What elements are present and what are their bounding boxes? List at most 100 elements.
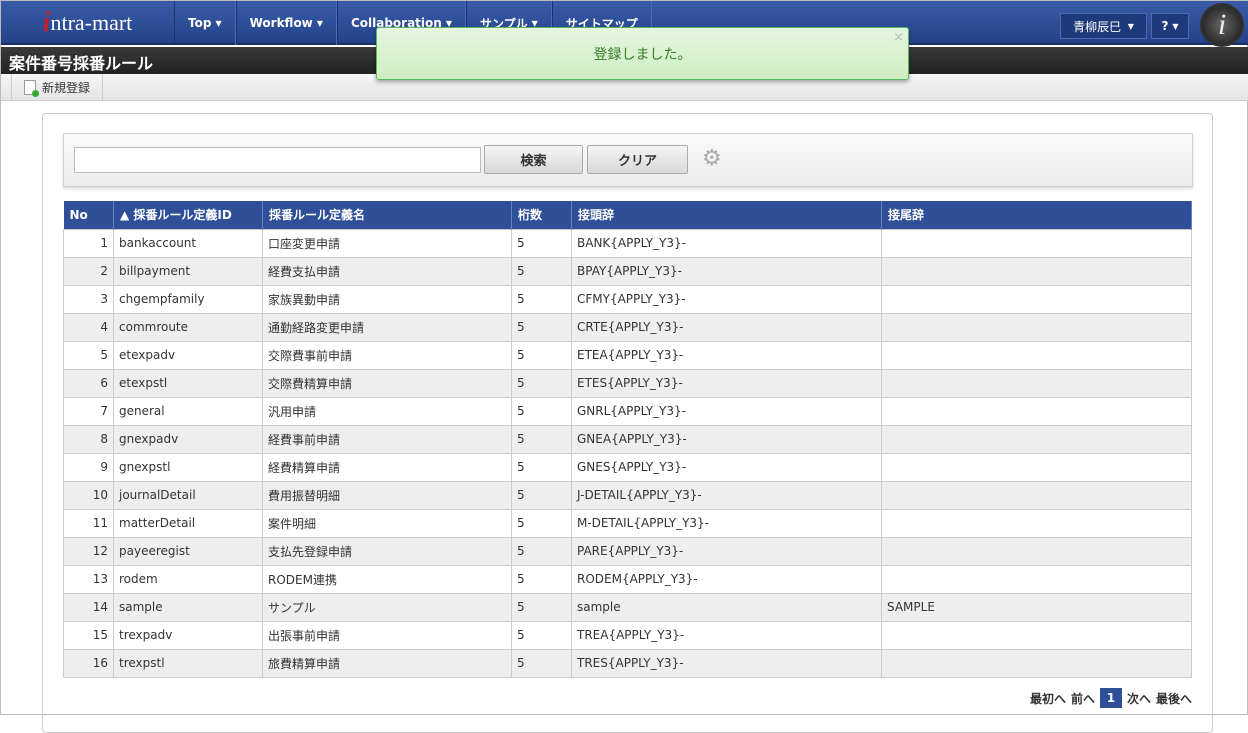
prev-page-link[interactable]: 前へ — [1071, 690, 1095, 707]
table-cell — [881, 368, 1192, 398]
table-cell: J-DETAIL{APPLY_Y3}- — [571, 480, 882, 510]
table-cell — [881, 340, 1192, 370]
table-cell: 出張事前申請 — [262, 620, 512, 650]
first-page-link[interactable]: 最初へ — [1030, 690, 1066, 707]
table-row[interactable]: 3 chgempfamily 家族異動申請 5 CFMY{APPLY_Y3}- — [63, 284, 1192, 314]
table-cell: RODEM{APPLY_Y3}- — [571, 564, 882, 594]
table-cell: 5 — [511, 340, 572, 370]
table-row[interactable]: 11 matterDetail 案件明細 5 M-DETAIL{APPLY_Y3}- — [63, 508, 1192, 538]
table-row[interactable]: 4 commroute 通勤経路変更申請 5 CRTE{APPLY_Y3}- — [63, 312, 1192, 342]
table-row[interactable]: 16 trexpstl 旅費精算申請 5 TRES{APPLY_Y3}- — [63, 648, 1192, 678]
table-cell: etexpstl — [113, 368, 263, 398]
table-row[interactable]: 9 gnexpstl 経費精算申請 5 GNES{APPLY_Y3}- — [63, 452, 1192, 482]
table-row[interactable]: 8 gnexpadv 経費事前申請 5 GNEA{APPLY_Y3}- — [63, 424, 1192, 454]
table-cell: 2 — [63, 256, 114, 286]
table-cell: 汎用申請 — [262, 396, 512, 426]
table-cell: 16 — [63, 648, 114, 678]
table-cell: GNES{APPLY_Y3}- — [571, 452, 882, 482]
table-cell: 6 — [63, 368, 114, 398]
table-cell: billpayment — [113, 256, 263, 286]
notification-text: 登録しました。 — [593, 46, 692, 63]
table-row[interactable]: 6 etexpstl 交際費精算申請 5 ETES{APPLY_Y3}- — [63, 368, 1192, 398]
table-cell — [881, 620, 1192, 650]
table-cell: 12 — [63, 536, 114, 566]
table-row[interactable]: 2 billpayment 経費支払申請 5 BPAY{APPLY_Y3}- — [63, 256, 1192, 286]
close-icon[interactable]: × — [893, 30, 904, 45]
pagination: 最初へ 前へ 1 次へ 最後へ — [1030, 688, 1192, 708]
last-page-link[interactable]: 最後へ — [1156, 690, 1192, 707]
column-header[interactable]: 採番ルール定義名 — [262, 201, 512, 229]
column-header[interactable]: No — [63, 201, 114, 229]
table-cell: 1 — [63, 228, 114, 258]
new-document-icon — [24, 80, 39, 97]
table-cell: GNEA{APPLY_Y3}- — [571, 424, 882, 454]
table-cell: 3 — [63, 284, 114, 314]
table-cell — [881, 424, 1192, 454]
user-menu-button[interactable]: 青柳辰巳 ▼ — [1060, 13, 1147, 39]
table-cell: M-DETAIL{APPLY_Y3}- — [571, 508, 882, 538]
rules-table: No ▲ 採番ルール定義ID 採番ルール定義名 桁数 接頭辞 接尾辞 1 bankaccou… — [63, 201, 1192, 678]
table-cell: RODEM連携 — [262, 564, 512, 594]
table-cell: 5 — [511, 368, 572, 398]
column-header[interactable]: 桁数 — [511, 201, 572, 229]
table-row[interactable]: 13 rodem RODEM連携 5 RODEM{APPLY_Y3}- — [63, 564, 1192, 594]
table-cell: 5 — [511, 480, 572, 510]
table-cell — [881, 228, 1192, 258]
table-cell: commroute — [113, 312, 263, 342]
table-cell: 経費事前申請 — [262, 424, 512, 454]
table-cell: 14 — [63, 592, 114, 622]
table-row[interactable]: 12 payeeregist 支払先登録申請 5 PARE{APPLY_Y3}- — [63, 536, 1192, 566]
table-cell: rodem — [113, 564, 263, 594]
table-cell: 5 — [63, 340, 114, 370]
table-cell: 経費精算申請 — [262, 452, 512, 482]
column-header[interactable]: ▲ 採番ルール定義ID — [113, 201, 263, 229]
table-row[interactable]: 15 trexpadv 出張事前申請 5 TREA{APPLY_Y3}- — [63, 620, 1192, 650]
table-row[interactable]: 5 etexpadv 交際費事前申請 5 ETEA{APPLY_Y3}- — [63, 340, 1192, 370]
table-cell: trexpstl — [113, 648, 263, 678]
table-cell — [881, 564, 1192, 594]
table-cell: 5 — [511, 396, 572, 426]
table-cell: 5 — [511, 592, 572, 622]
intra-mart-i-icon[interactable]: i — [1200, 3, 1244, 47]
table-cell: BPAY{APPLY_Y3}- — [571, 256, 882, 286]
column-header[interactable]: 接尾辞 — [881, 201, 1192, 229]
clear-button[interactable]: クリア — [587, 145, 688, 174]
nav-menu-item[interactable]: Top ▼ — [174, 1, 236, 45]
table-row[interactable]: 10 journalDetail 費用振替明細 5 J-DETAIL{APPLY_Y3}… — [63, 480, 1192, 510]
table-cell: 7 — [63, 396, 114, 426]
table-cell: sample — [571, 592, 882, 622]
new-register-label: 新規登録 — [42, 81, 91, 95]
table-cell: 交際費事前申請 — [262, 340, 512, 370]
table-cell: PARE{APPLY_Y3}- — [571, 536, 882, 566]
table-cell: 経費支払申請 — [262, 256, 512, 286]
intra-mart-logo[interactable]: i ntra-mart — [1, 1, 174, 45]
table-cell: CRTE{APPLY_Y3}- — [571, 312, 882, 342]
table-cell: 費用振替明細 — [262, 480, 512, 510]
table-cell: 5 — [511, 424, 572, 454]
table-cell: BANK{APPLY_Y3}- — [571, 228, 882, 258]
search-input[interactable] — [74, 147, 481, 173]
new-register-button[interactable]: 新規登録 — [11, 74, 104, 101]
table-cell — [881, 508, 1192, 538]
table-cell: GNRL{APPLY_Y3}- — [571, 396, 882, 426]
table-cell: 案件明細 — [262, 508, 512, 538]
help-label: ? — [1161, 19, 1169, 33]
table-cell: payeeregist — [113, 536, 263, 566]
caret-down-icon: ▼ — [316, 18, 323, 28]
gear-icon[interactable]: ⚙ — [702, 146, 722, 171]
search-button[interactable]: 検索 — [484, 145, 583, 174]
nav-menu-item[interactable]: Workflow ▼ — [235, 1, 337, 45]
user-name: 青柳辰巳 — [1073, 19, 1122, 34]
table-row[interactable]: 7 general 汎用申請 5 GNRL{APPLY_Y3}- — [63, 396, 1192, 426]
table-cell: 5 — [511, 620, 572, 650]
table-cell: sample — [113, 592, 263, 622]
table-row[interactable]: 1 bankaccount 口座変更申請 5 BANK{APPLY_Y3}- — [63, 228, 1192, 258]
table-row[interactable]: 14 sample サンプル 5 sample SAMPLE — [63, 592, 1192, 622]
table-cell: 5 — [511, 452, 572, 482]
table-cell: TREA{APPLY_Y3}- — [571, 620, 882, 650]
current-page[interactable]: 1 — [1099, 688, 1122, 708]
table-cell: 交際費精算申請 — [262, 368, 512, 398]
help-menu-button[interactable]: ? ▼ — [1151, 13, 1189, 39]
next-page-link[interactable]: 次へ — [1127, 690, 1151, 707]
column-header[interactable]: 接頭辞 — [571, 201, 882, 229]
